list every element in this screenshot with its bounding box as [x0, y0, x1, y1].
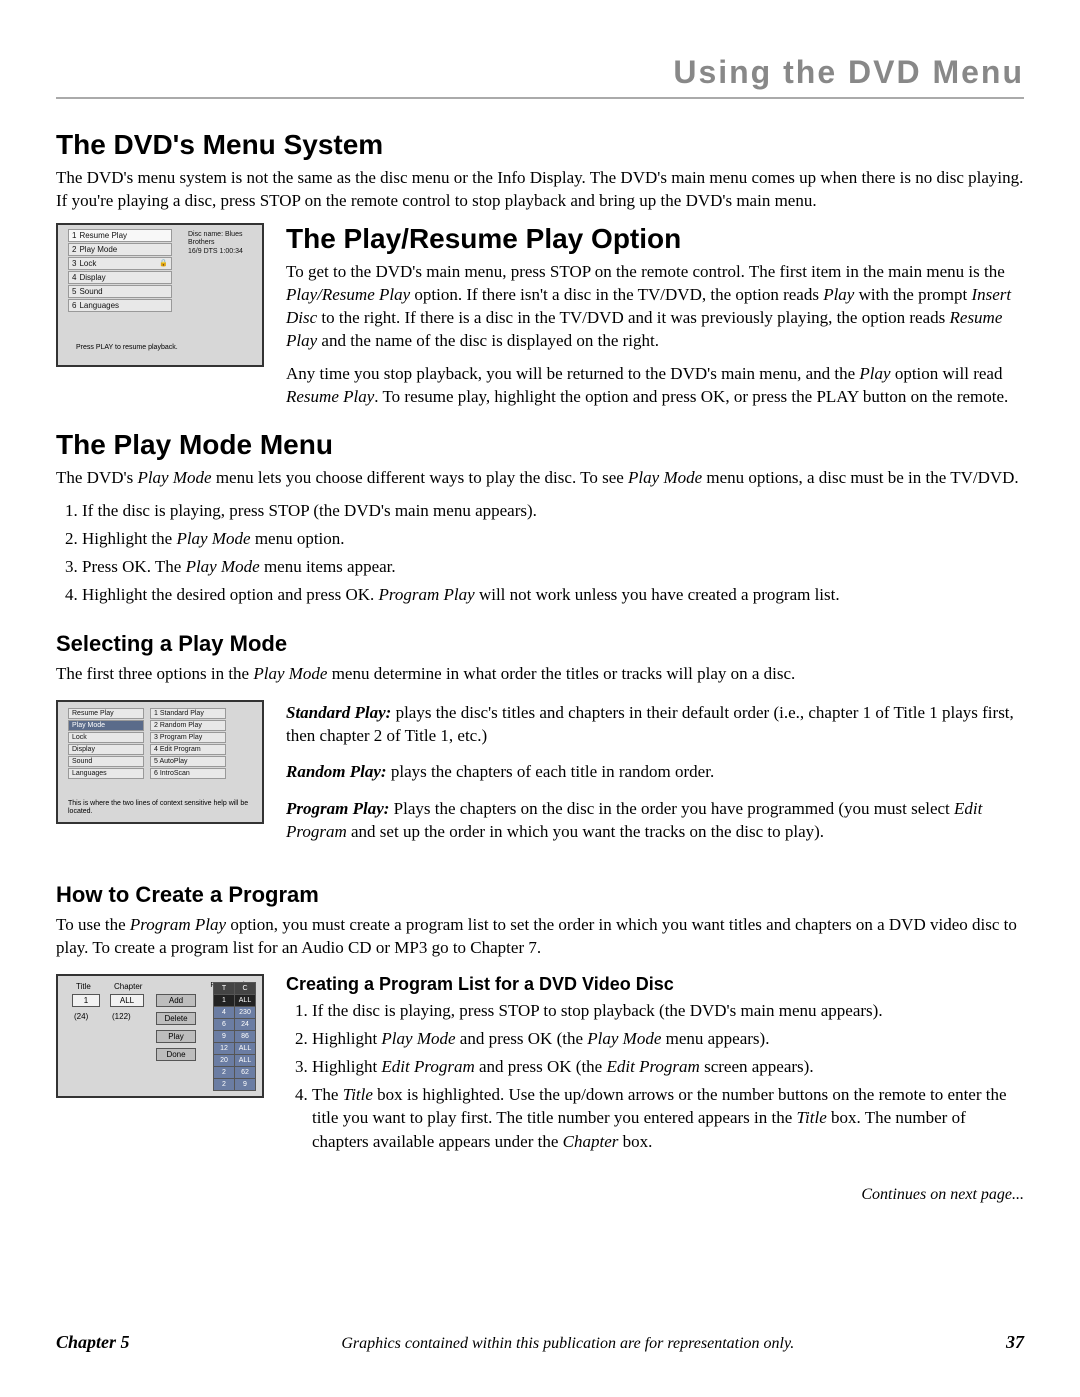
pstep-4: The Title box is highlighted. Use the up…: [312, 1083, 1024, 1154]
add-button: Add: [156, 994, 196, 1007]
def-program: Program Play: Plays the chapters on the …: [286, 798, 1024, 844]
pm-program: 3 Program Play: [150, 732, 226, 743]
create-program-text: Creating a Program List for a DVD Video …: [286, 970, 1024, 1168]
pstep-3: Highlight Edit Program and press OK (the…: [312, 1055, 1024, 1079]
chapter-title: Using the DVD Menu: [56, 54, 1024, 91]
play-mode-definitions: Standard Play: plays the disc's titles a…: [286, 696, 1024, 859]
manual-page: Using the DVD Menu The DVD's Menu System…: [0, 0, 1080, 1397]
menu-sound: 5Sound: [68, 285, 172, 298]
screenshot-edit-program: Title Chapter Program List 1 ALL (24) (1…: [56, 974, 264, 1098]
menu-display: 4Display: [68, 271, 172, 284]
play-mode-steps: If the disc is playing, press STOP (the …: [56, 499, 1024, 606]
delete-button: Delete: [156, 1012, 196, 1025]
chapter-box: ALL: [110, 994, 144, 1007]
menu-lock: 3Lock🔒: [68, 257, 172, 270]
chapter-total: (122): [112, 1012, 131, 1021]
pm-playmode: Play Mode: [68, 720, 144, 731]
pm-introscan: 6 IntroScan: [150, 768, 226, 779]
para-menu-system: The DVD's menu system is not the same as…: [56, 167, 1024, 213]
play-resume-text: The Play/Resume Play Option To get to th…: [286, 223, 1024, 419]
program-steps: If the disc is playing, press STOP to st…: [286, 999, 1024, 1154]
step-1: If the disc is playing, press STOP (the …: [82, 499, 1024, 523]
playmode-help-caption: This is where the two lines of context s…: [68, 800, 252, 815]
title-total: (24): [74, 1012, 88, 1021]
row-selecting: Resume Play Play Mode Lock Display Sound…: [56, 696, 1024, 859]
row-play-resume: 1Resume Play 2Play Mode 3Lock🔒 4Display …: [56, 223, 1024, 419]
para-play-mode: The DVD's Play Mode menu lets you choose…: [56, 467, 1024, 490]
label-title: Title: [76, 982, 91, 991]
heading-play-mode: The Play Mode Menu: [56, 429, 1024, 461]
play-button: Play: [156, 1030, 196, 1043]
screenshot-main-menu: 1Resume Play 2Play Mode 3Lock🔒 4Display …: [56, 223, 264, 367]
pm-random: 2 Random Play: [150, 720, 226, 731]
def-random: Random Play: plays the chapters of each …: [286, 761, 1024, 784]
pm-standard: 1 Standard Play: [150, 708, 226, 719]
heading-menu-system: The DVD's Menu System: [56, 129, 1024, 161]
menu-play-mode: 2Play Mode: [68, 243, 172, 256]
playmode-right-col: 1 Standard Play 2 Random Play 3 Program …: [150, 708, 226, 780]
lock-icon: 🔒: [159, 259, 168, 267]
footer-note: Graphics contained within this publicati…: [130, 1335, 1006, 1353]
pm-lang: Languages: [68, 768, 144, 779]
screenshot-play-mode: Resume Play Play Mode Lock Display Sound…: [56, 700, 264, 824]
heading-play-resume: The Play/Resume Play Option: [286, 223, 1024, 255]
heading-selecting-mode: Selecting a Play Mode: [56, 631, 1024, 657]
playmode-left-col: Resume Play Play Mode Lock Display Sound…: [68, 708, 144, 780]
heading-program-list: Creating a Program List for a DVD Video …: [286, 974, 1024, 995]
para-create-program: To use the Program Play option, you must…: [56, 914, 1024, 960]
pm-edit: 4 Edit Program: [150, 744, 226, 755]
pm-lock: Lock: [68, 732, 144, 743]
pm-autoplay: 5 AutoPlay: [150, 756, 226, 767]
heading-create-program: How to Create a Program: [56, 882, 1024, 908]
header-rule: [56, 97, 1024, 99]
row-create-program: Title Chapter Program List 1 ALL (24) (1…: [56, 970, 1024, 1168]
para-play-resume-1: To get to the DVD's main menu, press STO…: [286, 261, 1024, 353]
menu-languages: 6Languages: [68, 299, 172, 312]
para-play-resume-2: Any time you stop playback, you will be …: [286, 363, 1024, 409]
def-standard: Standard Play: plays the disc's titles a…: [286, 702, 1024, 748]
para-selecting-mode: The first three options in the Play Mode…: [56, 663, 1024, 686]
pm-resume: Resume Play: [68, 708, 144, 719]
disc-name-label: Disc name: Blues Brothers 16/9 DTS 1:00:…: [188, 231, 262, 256]
figure-edit-program: Title Chapter Program List 1 ALL (24) (1…: [56, 970, 264, 1168]
pm-sound: Sound: [68, 756, 144, 767]
step-4: Highlight the desired option and press O…: [82, 583, 1024, 607]
done-button: Done: [156, 1048, 196, 1061]
footer-chapter: Chapter 5: [56, 1332, 130, 1353]
menu-resume-play: 1Resume Play: [68, 229, 172, 242]
figure-play-mode-menu: Resume Play Play Mode Lock Display Sound…: [56, 696, 264, 859]
figure-main-menu: 1Resume Play 2Play Mode 3Lock🔒 4Display …: [56, 223, 264, 419]
continues-label: Continues on next page...: [56, 1186, 1024, 1204]
pstep-1: If the disc is playing, press STOP to st…: [312, 999, 1024, 1023]
program-list-table: TC 1ALL 4230 624 986 12ALL 20ALL 262 29: [213, 982, 256, 1091]
footer-page-number: 37: [1006, 1332, 1024, 1353]
label-chapter: Chapter: [114, 982, 142, 991]
page-footer: Chapter 5 Graphics contained within this…: [56, 1332, 1024, 1353]
resume-prompt: Press PLAY to resume playback.: [76, 344, 178, 351]
pm-display: Display: [68, 744, 144, 755]
step-3: Press OK. The Play Mode menu items appea…: [82, 555, 1024, 579]
main-menu-list: 1Resume Play 2Play Mode 3Lock🔒 4Display …: [68, 229, 172, 313]
pstep-2: Highlight Play Mode and press OK (the Pl…: [312, 1027, 1024, 1051]
title-box: 1: [72, 994, 100, 1007]
step-2: Highlight the Play Mode menu option.: [82, 527, 1024, 551]
